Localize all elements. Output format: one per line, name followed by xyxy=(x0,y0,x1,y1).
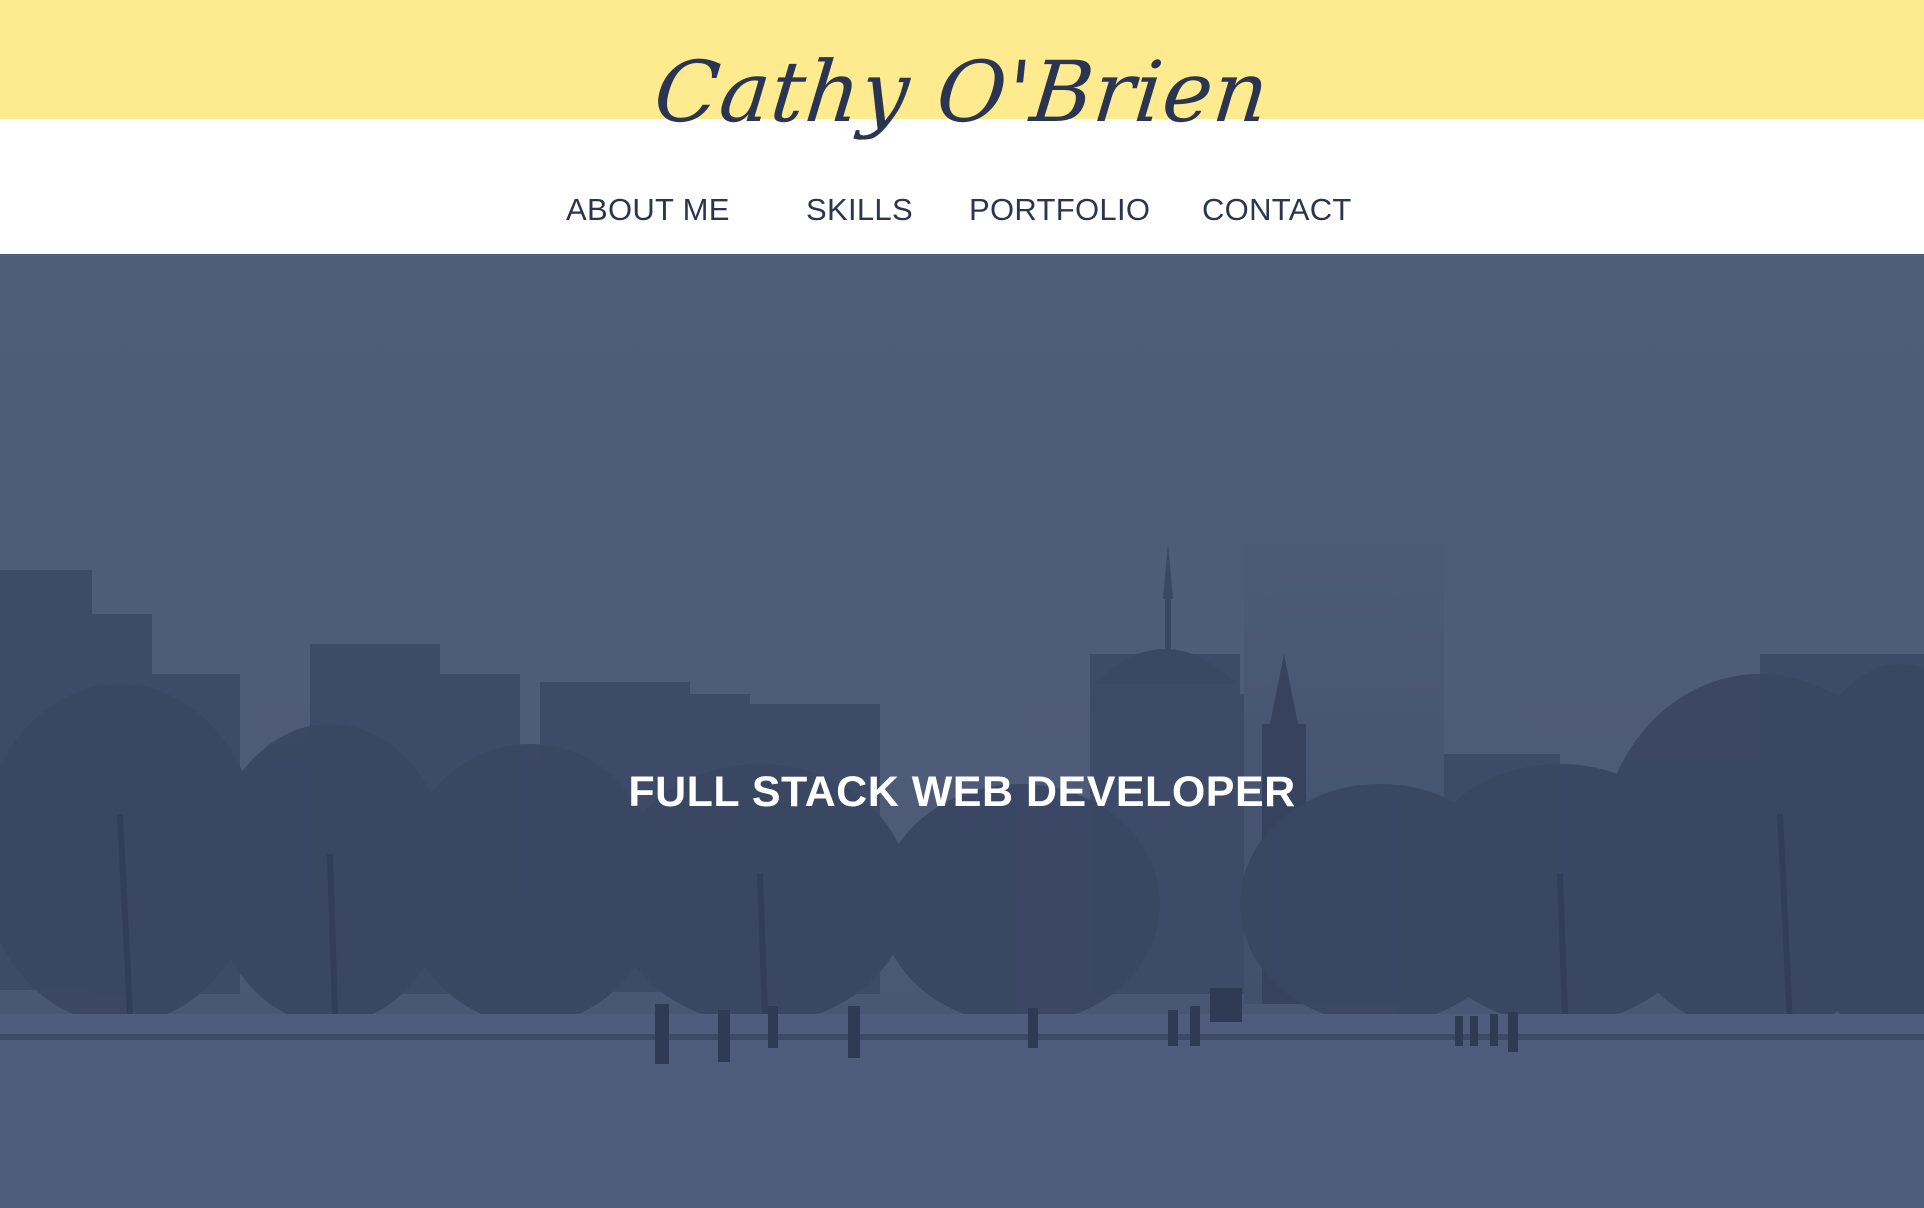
site-logo[interactable]: Cathy O'Brien xyxy=(0,38,1924,188)
hero-section: FULL STACK WEB DEVELOPER xyxy=(0,254,1924,1208)
nav-item-portfolio[interactable]: PORTFOLIO xyxy=(969,188,1150,232)
hero-title: FULL STACK WEB DEVELOPER xyxy=(628,768,1296,816)
logo-text[interactable]: Cathy O'Brien xyxy=(649,38,1274,147)
nav-item-about-me[interactable]: ABOUT ME xyxy=(566,188,730,232)
main-nav: ABOUT ME SKILLS PORTFOLIO CONTACT xyxy=(0,188,1924,232)
nav-item-skills[interactable]: SKILLS xyxy=(806,188,913,232)
nav-item-contact[interactable]: CONTACT xyxy=(1202,188,1352,232)
hero-background-image xyxy=(0,254,1924,1208)
snowy-ground xyxy=(0,1014,1924,1208)
page: Cathy O'Brien ABOUT ME SKILLS PORTFOLIO … xyxy=(0,0,1924,1208)
